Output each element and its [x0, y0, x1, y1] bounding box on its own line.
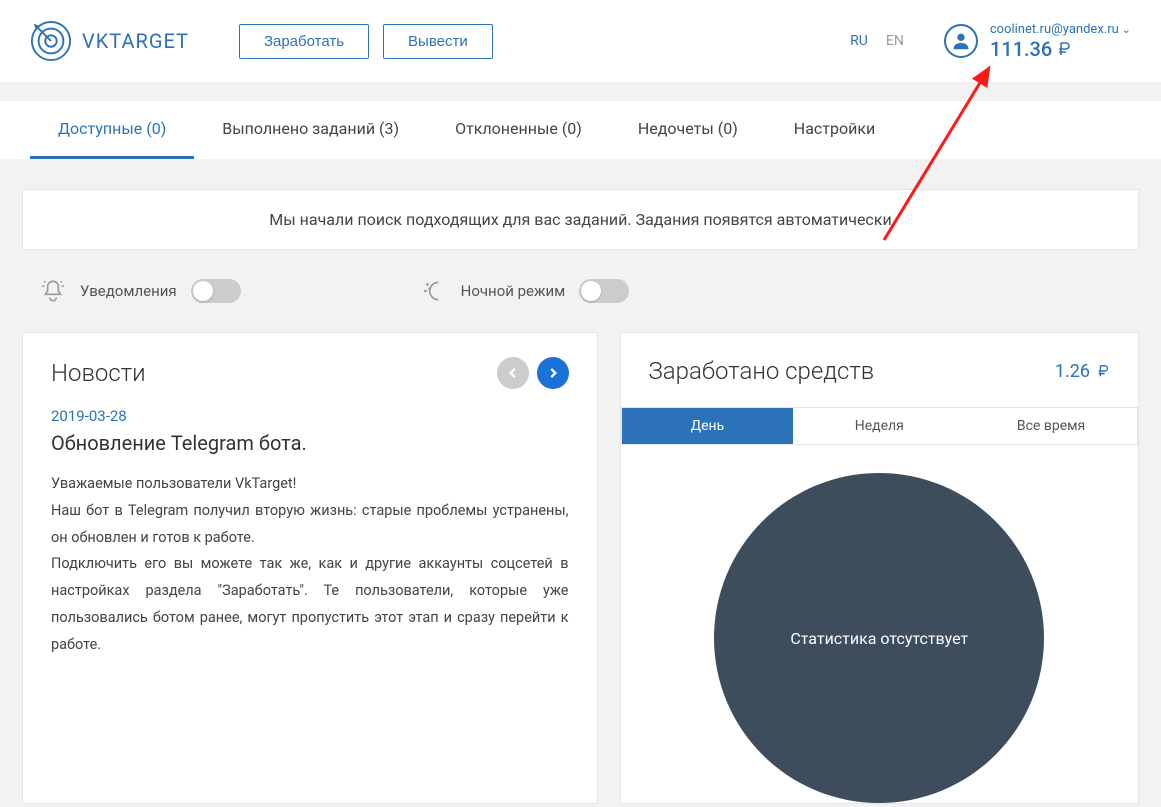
tab-settings[interactable]: Настройки: [766, 101, 903, 159]
logo[interactable]: VKTARGET: [30, 20, 189, 62]
news-prev-button[interactable]: [497, 357, 529, 389]
user-balance: 111.36: [990, 37, 1072, 61]
user-menu[interactable]: coolinet.ru@yandex.ru⌄ 111.36: [944, 22, 1131, 61]
period-all[interactable]: Все время: [965, 408, 1137, 444]
chevron-down-icon: ⌄: [1122, 23, 1131, 36]
tab-available[interactable]: Доступные (0): [30, 101, 194, 159]
news-body: Уважаемые пользователи VkTarget! Наш бот…: [51, 471, 569, 659]
lang-en[interactable]: EN: [886, 33, 904, 49]
earnings-card: Заработано средств 1.26 День Неделя Все …: [620, 332, 1140, 804]
header: VKTARGET Заработать Вывести RU EN coolin…: [0, 0, 1161, 82]
night-mode-toggle[interactable]: [579, 279, 629, 303]
notifications-label: Уведомления: [80, 282, 177, 300]
news-next-button[interactable]: [537, 357, 569, 389]
logo-text: VKTARGET: [82, 29, 189, 53]
moon-icon: [421, 278, 447, 304]
period-day[interactable]: День: [622, 408, 794, 444]
period-week[interactable]: Неделя: [793, 408, 965, 444]
chevron-left-icon: [506, 366, 520, 380]
news-card: Новости 2019-03-28 Обновление Telegram б…: [22, 332, 598, 804]
earnings-amount: 1.26: [1055, 361, 1110, 382]
ruble-icon: [1096, 364, 1110, 378]
bell-icon: [40, 278, 66, 304]
withdraw-button[interactable]: Вывести: [383, 24, 493, 59]
news-headline: Обновление Telegram бота.: [51, 431, 569, 455]
notifications-toggle[interactable]: [191, 279, 241, 303]
night-mode-label: Ночной режим: [461, 282, 566, 300]
earn-button[interactable]: Заработать: [239, 24, 369, 59]
period-tabs: День Неделя Все время: [621, 407, 1139, 445]
news-title: Новости: [51, 359, 146, 387]
lang-ru[interactable]: RU: [850, 33, 868, 49]
news-date: 2019-03-28: [51, 407, 569, 425]
target-icon: [30, 20, 72, 62]
user-email: coolinet.ru@yandex.ru⌄: [990, 22, 1131, 37]
avatar-icon: [944, 24, 978, 58]
earnings-title: Заработано средств: [649, 357, 875, 385]
notice-bar: Мы начали поиск подходящих для вас задан…: [22, 189, 1139, 250]
ruble-icon: [1056, 41, 1072, 57]
toggle-row: Уведомления Ночной режим: [0, 250, 1161, 332]
tab-completed[interactable]: Выполнено заданий (3): [194, 101, 427, 159]
tab-rejected[interactable]: Отклоненные (0): [427, 101, 610, 159]
tab-issues[interactable]: Недочеты (0): [610, 101, 766, 159]
no-stats-label: Статистика отсутствует: [790, 629, 968, 648]
tabs-nav: Доступные (0) Выполнено заданий (3) Откл…: [0, 100, 1161, 159]
chevron-right-icon: [546, 366, 560, 380]
stats-chart: Статистика отсутствует: [714, 473, 1044, 803]
